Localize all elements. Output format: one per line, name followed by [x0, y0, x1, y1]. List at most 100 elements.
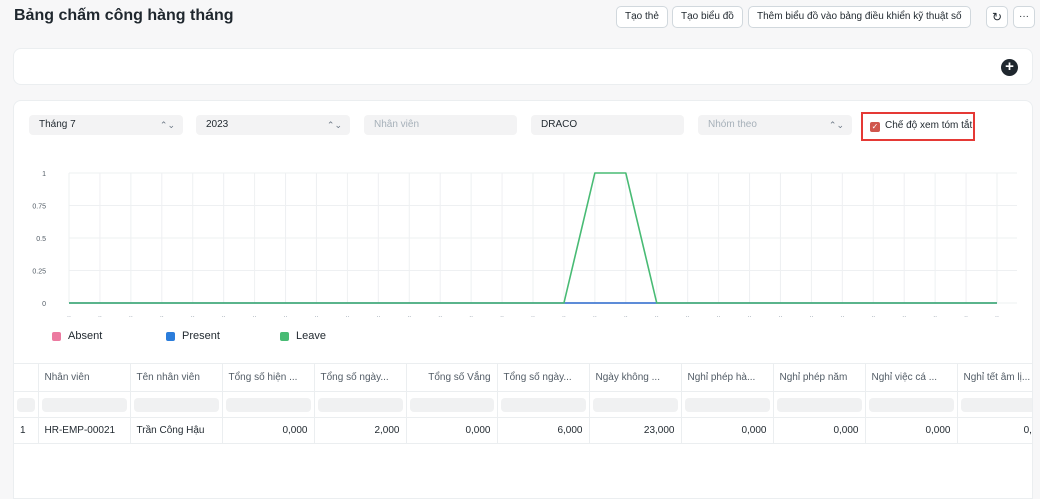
- filter-input[interactable]: [317, 397, 403, 412]
- x-tick-mark: ..: [779, 312, 783, 319]
- leave-cell[interactable]: 0,000: [681, 417, 774, 444]
- legend-label: Leave: [296, 330, 326, 342]
- add-to-dashboard-button[interactable]: Thêm biểu đồ vào bảng điều khiển kỹ thuậ…: [748, 6, 971, 28]
- more-button[interactable]: ···: [1013, 6, 1035, 28]
- x-tick-mark: ..: [593, 312, 597, 319]
- create-card-button[interactable]: Tạo thẻ: [616, 6, 668, 28]
- year-value: 2023: [206, 119, 229, 130]
- create-chart-button[interactable]: Tạo biểu đồ: [672, 6, 743, 28]
- column-header[interactable]: Tổng số ngày...: [314, 363, 407, 392]
- employee-id-cell[interactable]: HR-EMP-00021: [38, 417, 131, 444]
- employee-input[interactable]: Nhân viên: [364, 115, 517, 135]
- attendance-chart: 1 0.75 0.5 0.25 0...........................…: [32, 171, 1017, 319]
- column-header[interactable]: Tổng số Vắng: [406, 363, 498, 392]
- unmarked-days-cell[interactable]: 23,000: [589, 417, 682, 444]
- column-header[interactable]: Nghỉ phép hà...: [681, 363, 774, 392]
- attendance-table: Nhân viên Tên nhân viên Tổng số hiện ...…: [14, 363, 1032, 444]
- total-absent-cell[interactable]: 0,000: [406, 417, 498, 444]
- x-tick-mark: ..: [376, 312, 380, 319]
- select-arrows-icon: ⌃⌄: [326, 120, 342, 130]
- legend-leave[interactable]: Leave: [280, 330, 326, 342]
- annual-leave-cell[interactable]: 0,000: [773, 417, 866, 444]
- y-tick-label: 0: [42, 301, 46, 308]
- present-swatch: [166, 331, 175, 341]
- month-value: Tháng 7: [39, 119, 76, 130]
- x-tick-mark: ..: [438, 312, 442, 319]
- total-days-cell[interactable]: 6,000: [497, 417, 590, 444]
- filter-input[interactable]: [225, 397, 311, 412]
- month-select[interactable]: Tháng 7 ⌃⌄: [29, 115, 183, 135]
- x-tick-mark: ..: [562, 312, 566, 319]
- summary-view-checkbox[interactable]: ✓: [870, 122, 880, 132]
- add-icon[interactable]: +: [1001, 59, 1018, 76]
- leave-swatch: [280, 331, 289, 341]
- row-index-header: [14, 363, 39, 392]
- y-tick-label: 0.75: [32, 204, 46, 211]
- x-tick-mark: ..: [284, 312, 288, 319]
- year-select[interactable]: 2023 ⌃⌄: [196, 115, 350, 135]
- legend-present[interactable]: Present: [166, 330, 220, 342]
- column-header[interactable]: Ngày không ...: [589, 363, 682, 392]
- filter-input[interactable]: [592, 397, 678, 412]
- column-header[interactable]: Tổng số ngày...: [497, 363, 590, 392]
- y-tick-label: 0.5: [36, 236, 46, 243]
- y-tick-label: 0.25: [32, 269, 46, 276]
- x-tick-mark: ..: [964, 312, 968, 319]
- lunar-new-year-leave-cell[interactable]: 0,0: [957, 417, 1032, 444]
- filter-input[interactable]: [133, 397, 219, 412]
- x-tick-mark: ..: [840, 312, 844, 319]
- company-input[interactable]: DRACO: [531, 115, 684, 135]
- filter-input[interactable]: [41, 397, 127, 412]
- x-tick-mark: ..: [717, 312, 721, 319]
- summary-view-label: Chế độ xem tóm tắt: [885, 120, 973, 131]
- filter-row: [14, 391, 1032, 418]
- filter-input[interactable]: [17, 397, 35, 412]
- column-header[interactable]: Nghỉ việc cá ...: [865, 363, 958, 392]
- filter-input[interactable]: [776, 397, 862, 412]
- x-tick-mark: ..: [67, 312, 71, 319]
- column-header[interactable]: Tổng số hiện ...: [222, 363, 315, 392]
- summary-view-toggle[interactable]: ✓ Chế độ xem tóm tắt: [861, 112, 975, 141]
- filter-input[interactable]: [960, 397, 1032, 412]
- column-header[interactable]: Nghỉ tết âm lị...: [957, 363, 1032, 392]
- total-days-cell[interactable]: 2,000: [314, 417, 407, 444]
- group-by-select[interactable]: Nhóm theo ⌃⌄: [698, 115, 852, 135]
- employee-name-cell[interactable]: Trần Công Hậu: [130, 417, 223, 444]
- report-summary-card: +: [13, 48, 1033, 85]
- personal-leave-cell[interactable]: 0,000: [865, 417, 958, 444]
- table-header-row: Nhân viên Tên nhân viên Tổng số hiện ...…: [14, 363, 1032, 392]
- column-header[interactable]: Nghỉ phép năm: [773, 363, 866, 392]
- refresh-button[interactable]: ↻: [986, 6, 1008, 28]
- absent-swatch: [52, 331, 61, 341]
- table-row[interactable]: 1 HR-EMP-00021 Trần Công Hậu 0,000 2,000…: [14, 417, 1032, 444]
- legend-label: Absent: [68, 330, 103, 342]
- more-icon: ···: [1019, 11, 1029, 22]
- x-tick-mark: ..: [531, 312, 535, 319]
- filter-input[interactable]: [868, 397, 954, 412]
- x-tick-mark: ..: [686, 312, 690, 319]
- x-tick-mark: ..: [469, 312, 473, 319]
- report-card: Tháng 7 ⌃⌄ 2023 ⌃⌄ Nhân viên DRACO Nhóm …: [13, 100, 1033, 499]
- y-tick-label: 1: [42, 171, 46, 178]
- select-arrows-icon: ⌃⌄: [159, 120, 175, 130]
- legend-absent[interactable]: Absent: [52, 330, 102, 342]
- filter-input[interactable]: [684, 397, 770, 412]
- x-tick-mark: ..: [315, 312, 319, 319]
- x-tick-mark: ..: [655, 312, 659, 319]
- employee-placeholder: Nhân viên: [374, 119, 420, 130]
- x-tick-mark: ..: [160, 312, 164, 319]
- x-tick-mark: ..: [624, 312, 628, 319]
- filter-input[interactable]: [500, 397, 586, 412]
- x-tick-mark: ..: [933, 312, 937, 319]
- x-tick-mark: ..: [995, 312, 999, 319]
- total-present-cell[interactable]: 0,000: [222, 417, 315, 444]
- x-tick-mark: ..: [253, 312, 257, 319]
- select-arrows-icon: ⌃⌄: [828, 120, 844, 130]
- column-header[interactable]: Nhân viên: [38, 363, 131, 392]
- x-tick-mark: ..: [748, 312, 752, 319]
- filter-input[interactable]: [409, 397, 494, 412]
- column-header[interactable]: Tên nhân viên: [130, 363, 223, 392]
- x-tick-mark: ..: [98, 312, 102, 319]
- refresh-icon: ↻: [991, 10, 1003, 24]
- group-by-placeholder: Nhóm theo: [708, 119, 757, 130]
